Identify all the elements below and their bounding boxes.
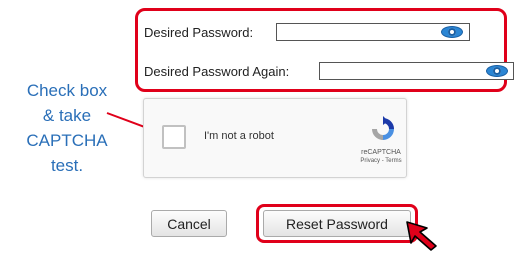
captcha-checkbox[interactable]: [162, 125, 186, 149]
recaptcha-brand: reCAPTCHA: [361, 149, 401, 156]
cursor-arrow-icon: [406, 221, 437, 251]
cancel-button[interactable]: Cancel: [151, 210, 227, 237]
recaptcha-widget: I'm not a robot reCAPTCHA Privacy - Term…: [143, 98, 407, 178]
recaptcha-privacy-terms-link[interactable]: Privacy - Terms: [356, 158, 406, 164]
captcha-label: I'm not a robot: [204, 130, 274, 142]
reset-password-button[interactable]: Reset Password: [263, 210, 411, 237]
recaptcha-logo-icon: [372, 116, 394, 140]
